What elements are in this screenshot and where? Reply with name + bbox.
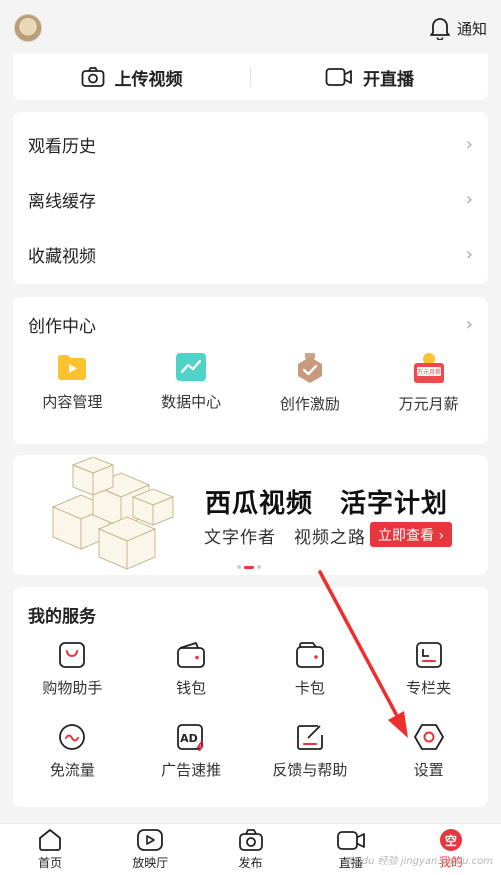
view-now-button[interactable]: 立即查看 › (370, 522, 453, 547)
free-data-icon (59, 724, 86, 750)
me-badge-icon: 空 (439, 829, 462, 851)
shopping-assistant-item[interactable]: 购物助手 (13, 641, 132, 723)
carousel-indicator (237, 565, 261, 569)
content-management-label: 内容管理 (42, 393, 103, 411)
chevron-right-icon: › (465, 134, 473, 155)
notification-button[interactable]: 通知 (429, 16, 487, 40)
watermark: Baidu 经验 jingyan.baidu.com (345, 856, 493, 867)
content-management-item[interactable]: 内容管理 (13, 352, 132, 414)
salary-icon-text: 万元月薪 (417, 368, 441, 376)
card-holder-item[interactable]: 卡包 (251, 641, 370, 723)
tab-label: 首页 (38, 856, 63, 870)
feedback-help-item[interactable]: 反馈与帮助 (251, 723, 370, 805)
carousel-dot (237, 565, 241, 569)
video-camera-icon (336, 831, 365, 850)
creation-incentive-item[interactable]: 创作激励 (251, 352, 370, 414)
carousel-dot-active (244, 565, 254, 569)
carousel-dot (257, 565, 261, 569)
chevron-right-icon: › (465, 189, 473, 210)
settings-item[interactable]: 设置 (369, 723, 488, 805)
top-bar: 通知 (0, 0, 501, 56)
folder-play-icon (58, 355, 87, 380)
upload-video-label: 上传视频 (114, 69, 183, 90)
chevron-right-icon: › (465, 314, 473, 335)
tab-label: 发布 (238, 856, 263, 870)
banner-title: 西瓜视频 活字计划 (205, 489, 449, 519)
data-center-label: 数据中心 (161, 393, 222, 411)
feedback-help-label: 反馈与帮助 (272, 761, 348, 779)
salary-coin-icon: 万元月薪 (413, 353, 444, 383)
shopping-assistant-label: 购物助手 (42, 679, 103, 697)
list-item-favorites[interactable]: 收藏视频 › (13, 227, 488, 282)
go-live-button[interactable]: 开直播 (251, 65, 488, 90)
creator-center-header[interactable]: 创作中心 › (13, 297, 488, 352)
settings-label: 设置 (413, 761, 444, 779)
creator-center-title: 创作中心 (28, 317, 96, 337)
column-folder-item[interactable]: 专栏夹 (369, 641, 488, 723)
data-center-item[interactable]: 数据中心 (132, 352, 251, 414)
creator-tools-grid: 内容管理 数据中心 创作激励 万元月薪 万元月薪 (13, 352, 488, 414)
chart-icon (176, 353, 207, 381)
column-folder-label: 专栏夹 (406, 679, 452, 697)
upload-live-card: 上传视频 开直播 (13, 54, 488, 100)
list-item-label: 离线缓存 (28, 192, 96, 212)
feedback-icon (296, 725, 323, 750)
list-item-label: 观看历史 (28, 137, 96, 157)
camera-icon (238, 829, 263, 851)
tab-home[interactable]: 首页 (0, 824, 100, 875)
card-holder-label: 卡包 (294, 679, 325, 697)
ad-promotion-item[interactable]: AD 广告速推 (132, 723, 251, 805)
go-live-label: 开直播 (363, 69, 414, 90)
notification-label: 通知 (456, 19, 487, 38)
my-services-card: 我的服务 购物助手 钱包 卡包 专栏夹 免流量 AD 广告速推 反馈与帮助 设置 (13, 587, 488, 807)
ad-icon-text: AD (180, 732, 198, 745)
column-folder-icon (415, 642, 442, 668)
ad-icon: AD (177, 724, 204, 751)
bottom-tab-bar: 首页 放映厅 发布 直播 空 我的 (0, 823, 501, 875)
list-item-label: 收藏视频 (28, 247, 96, 267)
tab-me[interactable]: 空 我的 (401, 824, 501, 875)
ad-promotion-label: 广告速推 (161, 761, 222, 779)
creation-incentive-label: 创作激励 (279, 395, 340, 413)
promo-banner[interactable]: 西瓜视频 活字计划 文字作者 视频之路 立即查看 › (13, 455, 488, 575)
free-data-label: 免流量 (49, 761, 95, 779)
tab-label: 放映厅 (132, 856, 169, 870)
my-services-title: 我的服务 (28, 606, 96, 627)
wallet-icon (177, 642, 206, 668)
avatar[interactable] (14, 14, 42, 42)
tab-live[interactable]: 直播 (301, 824, 401, 875)
settings-hexagon-icon (413, 724, 444, 750)
creator-center-card: 创作中心 › 内容管理 数据中心 创作激励 万元月薪 万元月薪 (13, 297, 488, 444)
tab-theater[interactable]: 放映厅 (100, 824, 200, 875)
bell-icon (430, 18, 450, 40)
list-item-watch-history[interactable]: 观看历史 › (13, 117, 488, 172)
wallet-label: 钱包 (176, 679, 207, 697)
home-icon (39, 829, 61, 851)
shopping-bag-icon (59, 642, 86, 668)
medal-icon (297, 353, 322, 383)
history-list-card: 观看历史 › 离线缓存 › 收藏视频 › (13, 112, 488, 284)
list-item-offline-cache[interactable]: 离线缓存 › (13, 172, 488, 227)
wallet-item[interactable]: 钱包 (132, 641, 251, 723)
monthly-salary-label: 万元月薪 (398, 395, 459, 413)
cube-illustration-icon (51, 457, 175, 570)
banner-subtitle: 文字作者 视频之路 (204, 528, 366, 548)
services-grid: 购物助手 钱包 卡包 专栏夹 免流量 AD 广告速推 反馈与帮助 设置 (13, 641, 488, 805)
tab-publish[interactable]: 发布 (200, 824, 300, 875)
upload-video-button[interactable]: 上传视频 (13, 65, 250, 90)
video-camera-icon (325, 68, 352, 86)
monthly-salary-item[interactable]: 万元月薪 万元月薪 (369, 352, 488, 414)
card-holder-icon (295, 642, 324, 668)
camera-icon (81, 67, 104, 87)
play-screen-icon (137, 829, 164, 851)
free-data-item[interactable]: 免流量 (13, 723, 132, 805)
chevron-right-icon: › (465, 244, 473, 265)
